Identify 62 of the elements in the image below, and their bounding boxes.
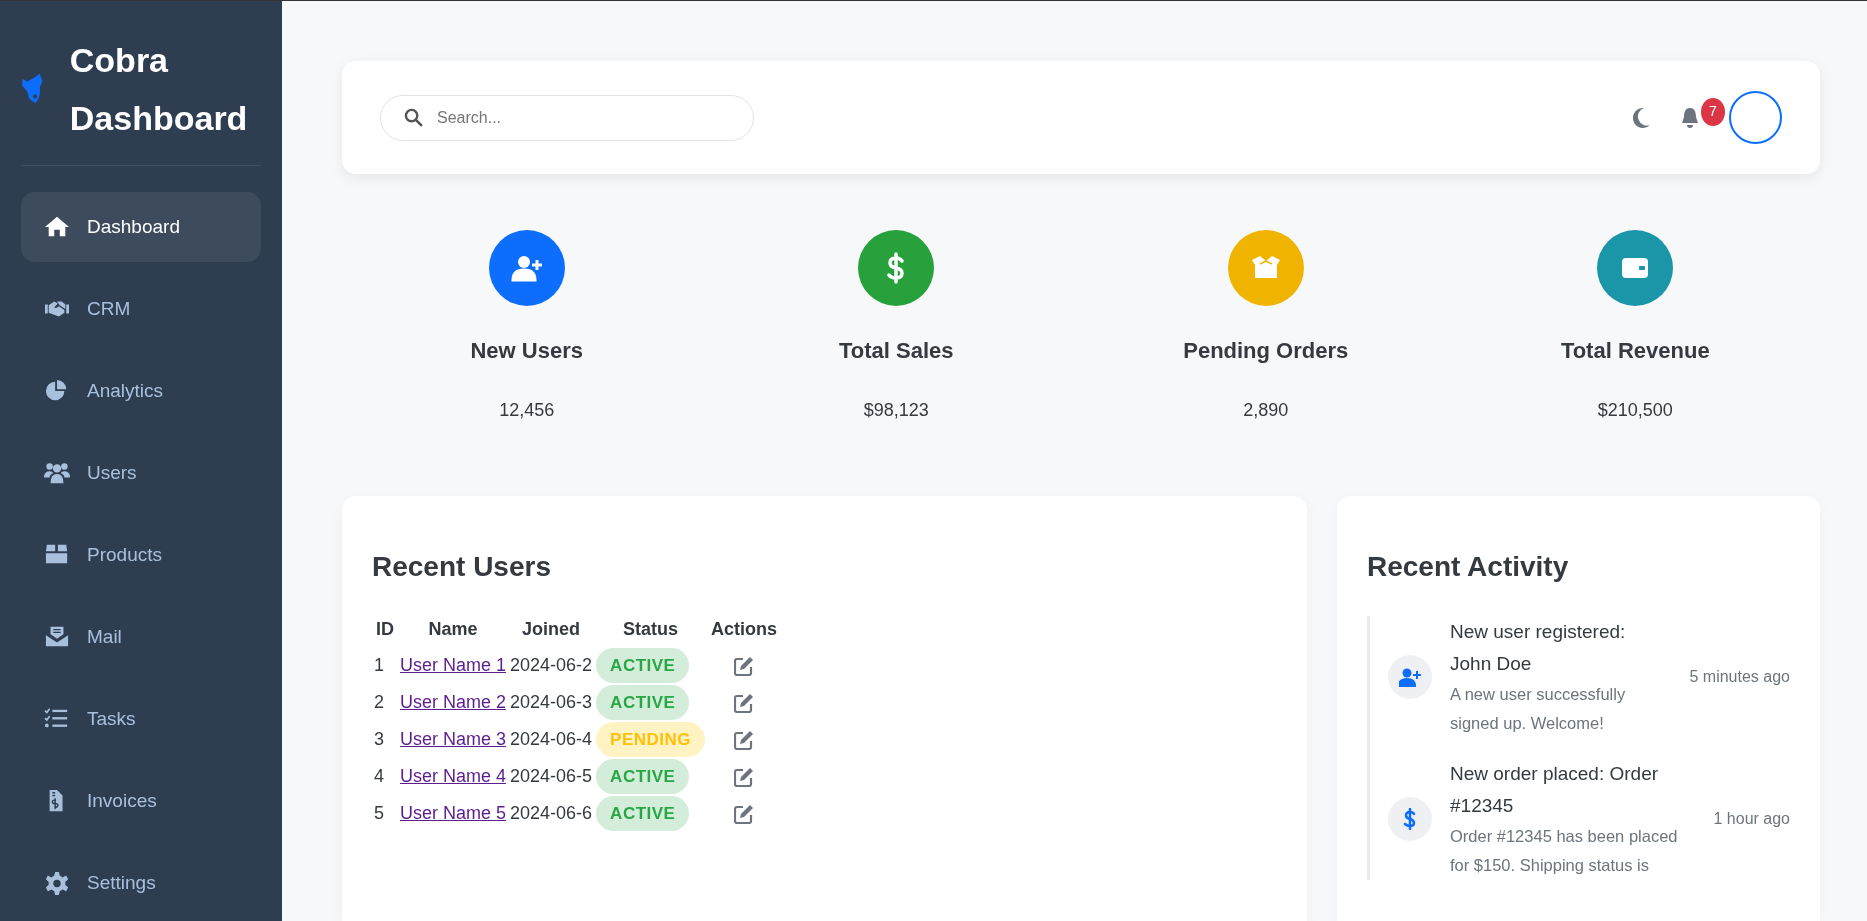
sidebar-item[interactable]: Dashboard	[21, 192, 261, 262]
status-badge: PENDING	[596, 721, 706, 758]
table-cell-text: 2	[373, 691, 385, 714]
column-header: ID	[375, 618, 395, 641]
table-cell-text: 1	[373, 654, 385, 677]
activity-description: Order #12345 has been placed for $150. Shipping status is	[1450, 826, 1679, 876]
table-cell-text: 2024-06-5	[509, 765, 594, 788]
moon-icon[interactable]	[1631, 105, 1651, 130]
table-cell-text: 2024-06-3	[509, 691, 594, 714]
activity-time: 5 minutes ago	[1689, 667, 1790, 687]
user-link[interactable]: User Name 3	[400, 729, 507, 749]
stat-value: $98,123	[863, 399, 929, 422]
sidebar-item[interactable]: Settings	[21, 848, 261, 918]
sidebar-item[interactable]: Invoices	[21, 766, 261, 836]
column-header: Actions	[710, 618, 779, 641]
notification-count: 7	[1701, 97, 1725, 126]
sidebar-item[interactable]: CRM	[21, 274, 261, 344]
users-icon	[43, 461, 71, 485]
column-header: Status	[622, 618, 680, 641]
stat-label: Pending Orders	[1183, 337, 1349, 365]
user-link[interactable]: User Name 4	[400, 766, 507, 786]
envelope-icon	[43, 625, 71, 649]
activity-time: 1 hour ago	[1713, 809, 1790, 829]
activity-title: New user registered: John Doe	[1450, 620, 1627, 676]
table-cell-text: 4	[373, 765, 385, 788]
activity-title: New order placed: Order #12345	[1450, 762, 1660, 818]
sidebar-item[interactable]: Tasks	[21, 684, 261, 754]
table-cell-text: 3	[373, 728, 385, 751]
user-link[interactable]: User Name 2	[400, 692, 507, 712]
home-icon	[43, 215, 71, 239]
status-badge: ACTIVE	[596, 758, 690, 795]
status-badge: ACTIVE	[596, 647, 690, 684]
stat-label: Total Sales	[839, 337, 954, 365]
stat-value: $210,500	[1597, 399, 1673, 422]
status-badge: ACTIVE	[596, 795, 690, 832]
table-cell-text: 2024-06-2	[509, 654, 594, 677]
table-cell-text: 2024-06-6	[509, 802, 594, 825]
avatar-button[interactable]	[1729, 91, 1782, 144]
search-field[interactable]: Search...	[380, 94, 754, 141]
stat-value: 12,456	[499, 399, 555, 422]
brand-title: Cobra Dashboard	[69, 40, 249, 139]
bell-icon[interactable]	[1681, 105, 1699, 130]
stat-label: Total Revenue	[1560, 337, 1710, 365]
activity-description: A new user successfully signed up. Welcome!	[1450, 684, 1627, 734]
user-link[interactable]: User Name 5	[400, 803, 507, 823]
stat-value: 2,890	[1243, 399, 1289, 422]
card-title: Recent Activity	[1367, 550, 1570, 584]
user-plus-icon	[1399, 666, 1421, 688]
column-header: Joined	[521, 618, 582, 641]
status-badge: ACTIVE	[596, 684, 690, 721]
column-header: Name	[427, 618, 479, 641]
sidebar-item[interactable]: Analytics	[21, 356, 261, 426]
search-icon	[404, 107, 423, 127]
table-cell-text: 5	[373, 802, 385, 825]
gear-icon	[43, 871, 71, 895]
table-cell-text: 2024-06-4	[509, 728, 594, 751]
sidebar-item[interactable]: Products	[21, 520, 261, 590]
sidebar-item[interactable]: Mail	[21, 602, 261, 672]
stat-label: New Users	[470, 337, 583, 365]
user-link[interactable]: User Name 1	[400, 655, 507, 675]
card-title: Recent Users	[372, 550, 552, 584]
sidebar-item[interactable]: Users	[21, 438, 261, 508]
